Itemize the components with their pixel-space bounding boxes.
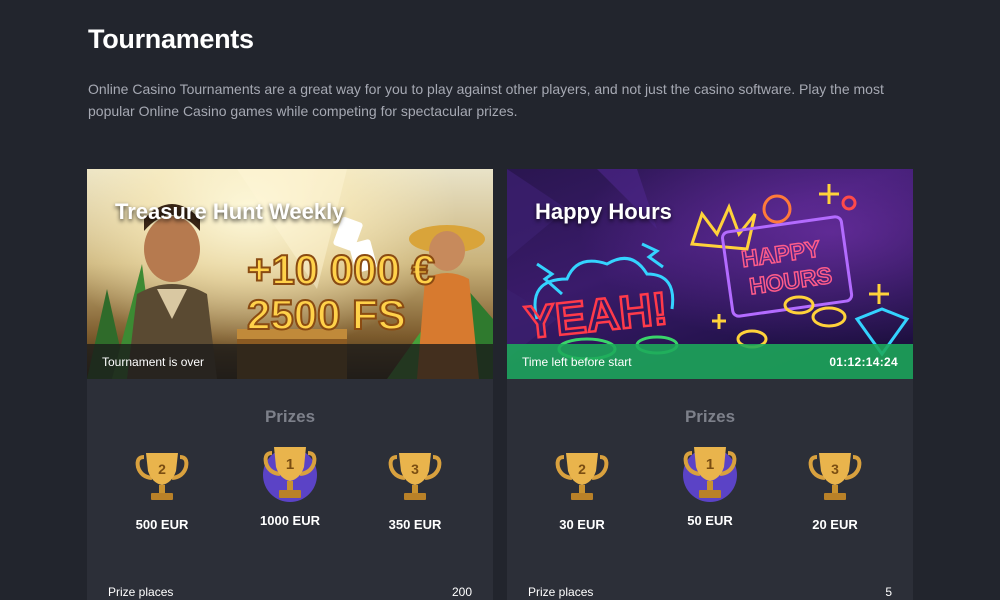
trophy-3-icon: 3 — [805, 445, 865, 505]
prize-places-label: Prize places — [108, 585, 174, 599]
tournament-banner[interactable]: +10 000 € 2500 FS Treasure Hunt Weekly T… — [87, 169, 493, 379]
neon-yeah: YEAH! — [522, 282, 670, 349]
prize-amount: 50 EUR — [687, 513, 733, 528]
svg-text:2: 2 — [578, 461, 586, 477]
svg-text:1: 1 — [286, 456, 294, 473]
page-title: Tournaments — [88, 24, 254, 54]
prize-places-row: Prize places 5 — [528, 585, 892, 599]
tournament-status-bar: Tournament is over — [87, 344, 493, 379]
tournament-timer: 01:12:14:24 — [829, 354, 898, 369]
prize-second-place: 2 500 EUR — [102, 445, 222, 532]
prize-places-label: Prize places — [528, 585, 594, 599]
prize-third-place: 3 350 EUR — [355, 445, 475, 532]
trophy-1-icon: 1 — [260, 441, 320, 502]
svg-text:2: 2 — [158, 461, 166, 477]
tournament-title: Happy Hours — [535, 199, 672, 224]
tournament-banner[interactable]: HAPPY HOURS YEAH! Happy Hours Time left … — [507, 169, 913, 379]
prize-amount: 30 EUR — [559, 517, 605, 532]
trophy-3-icon: 3 — [385, 445, 445, 505]
prize-first-place: 1 50 EUR — [650, 445, 770, 528]
prize-places-value: 200 — [451, 585, 472, 599]
prize-amount: 500 EUR — [135, 517, 189, 532]
prize-amount: 1000 EUR — [260, 513, 320, 528]
tournament-card-treasure-hunt[interactable]: +10 000 € 2500 FS Treasure Hunt Weekly T… — [87, 169, 493, 600]
prizes-heading: Prizes — [264, 407, 316, 426]
tournament-status-text: Time left before start — [522, 354, 632, 369]
svg-text:1: 1 — [706, 456, 714, 473]
svg-text:3: 3 — [831, 461, 839, 477]
promo-line-1: +10 000 € — [247, 246, 435, 293]
trophy-1-icon: 1 — [680, 441, 740, 502]
prize-places-value: 5 — [885, 585, 892, 599]
prizes-heading: Prizes — [684, 407, 736, 426]
promo-line-2: 2500 FS — [247, 291, 406, 338]
trophy-2-icon: 2 — [552, 445, 612, 505]
prize-second-place: 2 30 EUR — [522, 445, 642, 532]
tournament-card-happy-hours[interactable]: HAPPY HOURS YEAH! Happy Hours Time left … — [507, 169, 913, 600]
prize-places-row: Prize places 200 — [108, 585, 472, 599]
svg-text:3: 3 — [411, 461, 419, 477]
prize-first-place: 1 1000 EUR — [230, 445, 350, 528]
tournament-status-text: Tournament is over — [102, 354, 205, 369]
prize-amount: 350 EUR — [388, 517, 442, 532]
tournament-title: Treasure Hunt Weekly — [115, 199, 345, 224]
page-intro: Online Casino Tournaments are a great wa… — [88, 81, 884, 119]
tournament-status-bar: Time left before start 01:12:14:24 — [507, 344, 913, 379]
prize-third-place: 3 20 EUR — [775, 445, 895, 532]
trophy-2-icon: 2 — [132, 445, 192, 505]
prize-amount: 20 EUR — [812, 517, 858, 532]
